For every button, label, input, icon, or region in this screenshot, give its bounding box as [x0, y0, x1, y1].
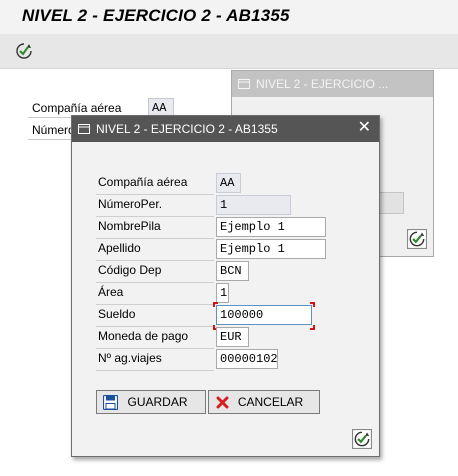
page-title: NIVEL 2 - EJERCICIO 2 - AB1355 — [22, 6, 290, 25]
save-label: GUARDAR — [127, 395, 188, 409]
dialog-title: NIVEL 2 - EJERCICIO 2 - AB1355 — [96, 122, 278, 136]
back-dialog-title-bar: NIVEL 2 - EJERCICIO ... — [232, 71, 433, 97]
area-input[interactable]: 1 — [216, 283, 229, 303]
field-row-last-name: Apellido Ejemplo 1 — [96, 239, 350, 261]
field-row-person-number: NúmeroPer. 1 — [96, 195, 350, 217]
field-label: Nº ag.viajes — [98, 351, 162, 365]
dialog-title-bar: NIVEL 2 - EJERCICIO 2 - AB1355 ✕ — [72, 116, 379, 142]
last-name-input[interactable]: Ejemplo 1 — [216, 239, 326, 259]
field-label: Código Dep — [98, 263, 162, 277]
field-row-airline: Compañía aérea AA — [96, 173, 350, 195]
floppy-disk-icon — [102, 394, 118, 410]
row-divider — [96, 370, 214, 371]
field-label: Área — [98, 285, 124, 299]
toolbar — [0, 34, 458, 69]
field-label: Compañía aérea — [98, 175, 188, 189]
save-button[interactable]: GUARDAR — [96, 390, 206, 414]
bg-label-number: Número — [32, 123, 75, 137]
back-dialog-ok-button[interactable] — [407, 229, 427, 252]
window-icon — [78, 124, 90, 134]
department-code-input[interactable]: BCN — [216, 261, 249, 281]
airline-field: AA — [216, 173, 241, 193]
dialog: NIVEL 2 - EJERCICIO 2 - AB1355 ✕ Compañí… — [71, 115, 380, 457]
salary-input[interactable]: 100000 — [216, 305, 312, 325]
bg-label-airline: Compañía aérea — [32, 101, 122, 115]
field-label: NúmeroPer. — [98, 197, 163, 211]
close-icon[interactable]: ✕ — [358, 120, 371, 136]
field-row-first-name: NombrePila Ejemplo 1 — [96, 217, 350, 239]
dialog-ok-button[interactable] — [351, 428, 373, 450]
focus-marker — [213, 302, 218, 307]
field-label: Sueldo — [98, 307, 136, 321]
travel-agency-input[interactable]: 00000102 — [216, 349, 278, 369]
back-dialog-title: NIVEL 2 - EJERCICIO ... — [256, 77, 389, 91]
field-label: Apellido — [98, 241, 141, 255]
field-label: NombrePila — [98, 219, 161, 233]
main-title-bar: NIVEL 2 - EJERCICIO 2 - AB1355 — [0, 0, 458, 34]
field-row-travel-agency: Nº ag.viajes 00000102 — [96, 349, 350, 371]
bg-airline-value: AA — [148, 98, 174, 116]
bg-divider — [28, 139, 72, 140]
field-row-salary: Sueldo 100000 — [96, 302, 350, 330]
field-label: Moneda de pago — [98, 329, 189, 343]
red-x-icon — [216, 396, 228, 408]
focus-marker — [310, 302, 315, 307]
field-row-department-code: Código Dep BCN — [96, 261, 350, 283]
cancel-button[interactable]: CANCELAR — [208, 390, 320, 414]
person-number-field: 1 — [216, 195, 291, 215]
cancel-label: CANCELAR — [237, 395, 304, 409]
check-circle-icon — [16, 43, 32, 59]
check-circle-icon — [407, 229, 427, 249]
check-circle-icon — [352, 429, 372, 449]
toolbar-ok-button[interactable] — [13, 41, 35, 61]
currency-input[interactable]: EUR — [216, 327, 249, 347]
first-name-input[interactable]: Ejemplo 1 — [216, 217, 326, 237]
field-row-currency: Moneda de pago EUR — [96, 327, 350, 349]
window-icon — [238, 79, 250, 89]
